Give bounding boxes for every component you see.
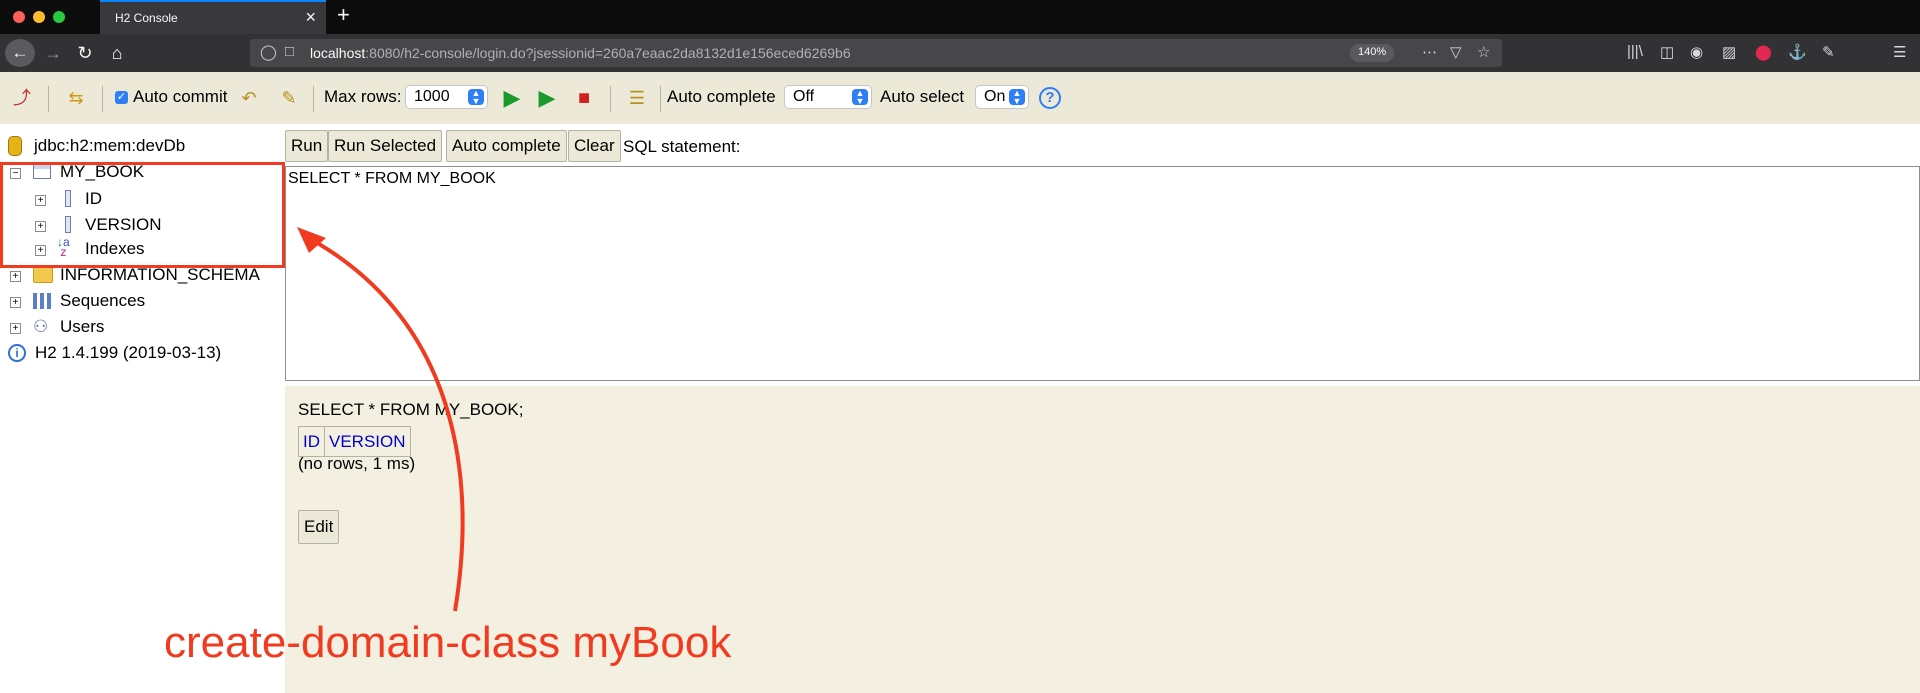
run-icon[interactable]: ▶ [500, 86, 524, 110]
auto-select-value: On [984, 88, 1006, 105]
shield-icon[interactable]: ◯ [260, 43, 277, 61]
stop-icon[interactable]: ■ [572, 86, 596, 110]
pocket-icon[interactable]: ▽ [1450, 43, 1462, 61]
minimize-window-button[interactable] [33, 11, 45, 23]
history-icon[interactable]: ☰ [625, 86, 649, 110]
browser-tab-bar: H2 Console × + [0, 0, 1920, 34]
auto-commit-label: Auto commit [133, 87, 228, 106]
main-panel: Run Run Selected Auto complete Clear SQL… [285, 124, 1920, 693]
new-tab-icon[interactable]: + [337, 2, 350, 28]
back-icon[interactable]: ← [5, 39, 35, 67]
sidebar-icon[interactable]: ◫ [1660, 43, 1674, 61]
url-text[interactable]: localhost:8080/h2-console/login.do?jsess… [310, 45, 851, 61]
auto-select-label: Auto select [880, 87, 965, 106]
tab-title: H2 Console [115, 11, 178, 25]
chevron-up-down-icon: ▲ ▼ [852, 89, 868, 106]
chevron-up-down-icon: ▲ ▼ [468, 89, 484, 106]
close-window-button[interactable] [13, 11, 25, 23]
column-header-version[interactable]: VERSION [324, 426, 411, 457]
run-selected-button[interactable]: Run Selected [328, 130, 443, 162]
help-icon[interactable]: ? [1039, 87, 1061, 109]
users-label: Users [60, 317, 105, 336]
run-button[interactable]: Run [285, 130, 329, 162]
url-bar[interactable]: ◯ □ localhost:8080/h2-console/login.do?j… [250, 39, 1502, 67]
run-selected-icon[interactable]: ▶ [535, 86, 559, 110]
database-icon [8, 136, 22, 156]
info-icon: i [8, 344, 26, 362]
url-host: localhost [310, 45, 366, 61]
information-schema-label: INFORMATION_SCHEMA [60, 265, 260, 284]
toolbar-separator [660, 86, 661, 112]
clear-button[interactable]: Clear [568, 130, 621, 162]
users-icon: ⚇ [33, 317, 49, 336]
browser-nav-bar: ← → ↻ ⌂ ◯ □ localhost:8080/h2-console/lo… [0, 34, 1920, 72]
url-path: :8080/h2-console/login.do?jsessionid=260… [365, 45, 851, 61]
disconnect-icon[interactable]: ⤴ [10, 86, 34, 110]
close-tab-icon[interactable]: × [305, 7, 316, 28]
extension-icon[interactable]: ⚓ [1788, 43, 1807, 61]
expand-icon[interactable]: + [10, 323, 21, 334]
commit-icon[interactable]: ✎ [277, 86, 301, 110]
result-query: SELECT * FROM MY_BOOK; [298, 400, 524, 419]
toolbar-separator [610, 86, 611, 112]
sql-statement-label: SQL statement: [623, 137, 741, 156]
extension-icon[interactable]: ✎ [1822, 43, 1835, 61]
expand-icon[interactable]: + [10, 297, 21, 308]
rollback-icon[interactable]: ↶ [237, 86, 261, 110]
account-icon[interactable]: ◉ [1690, 43, 1703, 61]
forward-icon[interactable]: → [40, 39, 66, 67]
more-icon[interactable]: ⋯ [1422, 43, 1437, 61]
folder-icon [33, 267, 53, 283]
auto-commit-checkbox[interactable]: ✓ [115, 91, 128, 104]
max-rows-select[interactable]: 1000 ▲ ▼ [405, 85, 488, 109]
sequence-icon [33, 293, 53, 309]
zoom-level-badge[interactable]: 140% [1350, 44, 1395, 62]
connection-label: jdbc:h2:mem:devDb [34, 136, 186, 155]
sql-editor[interactable]: SELECT * FROM MY_BOOK [285, 166, 1920, 381]
toolbar-separator [313, 86, 314, 112]
version-label: H2 1.4.199 (2019-03-13) [35, 343, 222, 362]
reader-icon[interactable]: ▨ [1722, 43, 1736, 61]
auto-complete-value: Off [793, 88, 815, 105]
column-header-id[interactable]: ID [298, 426, 325, 457]
auto-select-select[interactable]: On ▲ ▼ [975, 85, 1029, 109]
auto-complete-select[interactable]: Off ▲ ▼ [784, 85, 872, 109]
star-icon[interactable]: ☆ [1477, 43, 1490, 61]
toolbar-separator [48, 86, 49, 112]
table-header-row: ID VERSION [298, 426, 411, 457]
page-icon: □ [285, 43, 295, 60]
browser-tab[interactable]: H2 Console × [100, 0, 326, 34]
library-icon[interactable]: |||\ [1627, 43, 1643, 60]
max-rows-label: Max rows: [324, 87, 402, 106]
annotation-highlight-box [0, 162, 285, 268]
max-rows-value: 1000 [414, 88, 450, 105]
maximize-window-button[interactable] [53, 11, 65, 23]
result-status: (no rows, 1 ms) [298, 454, 416, 473]
chevron-up-down-icon: ▲ ▼ [1009, 89, 1025, 106]
auto-complete-button[interactable]: Auto complete [446, 130, 567, 162]
menu-icon[interactable]: ☰ [1893, 43, 1906, 61]
toolbar-separator [102, 86, 103, 112]
edit-button[interactable]: Edit [298, 510, 340, 544]
schema-tree: jdbc:h2:mem:devDb − MY_BOOK + ID + VERSI… [0, 124, 285, 693]
extension-icon[interactable]: ⬤ [1755, 43, 1772, 61]
home-icon[interactable]: ⌂ [104, 39, 130, 67]
refresh-icon[interactable]: ⇆ [64, 86, 88, 110]
result-table: ID VERSION [298, 426, 411, 457]
auto-complete-label: Auto complete [667, 87, 776, 106]
annotation-text: create-domain-class myBook [164, 618, 732, 667]
sequences-label: Sequences [60, 291, 146, 310]
expand-icon[interactable]: + [10, 271, 21, 282]
h2-toolbar: ⤴ ⇆ ✓ Auto commit ↶ ✎ Max rows: 1000 ▲ ▼ … [0, 72, 1920, 124]
reload-icon[interactable]: ↻ [72, 39, 98, 67]
